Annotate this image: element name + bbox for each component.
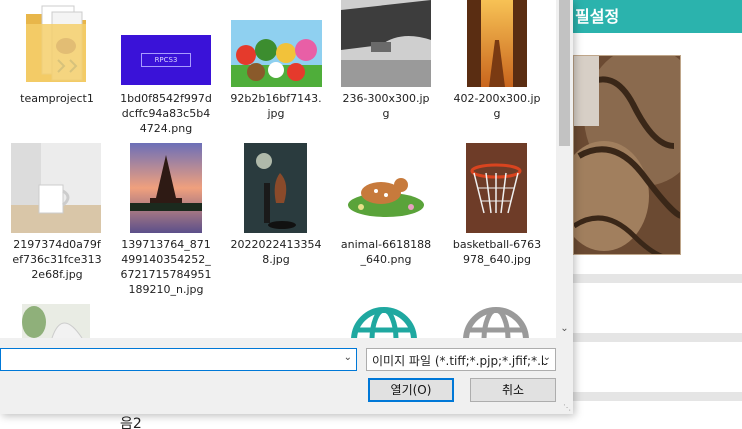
- scrollbar-thumb[interactable]: [559, 0, 570, 146]
- file-label-line: _640.png: [360, 253, 412, 266]
- file-type-select[interactable]: 이미지 파일 (*.tiff;*.pjp;*.jfif;*.b ⌄: [366, 348, 556, 371]
- chevron-down-icon[interactable]: ⌄: [542, 352, 551, 363]
- resize-grip-icon[interactable]: ⋱: [563, 403, 571, 412]
- file-label-line: g: [493, 107, 501, 120]
- background-bar: [573, 392, 742, 401]
- globe-icon[interactable]: [451, 304, 541, 338]
- image-thumbnail: [341, 0, 431, 87]
- file-label-line: 236-300x300.jp: [342, 92, 430, 105]
- file-label-line: 2197374d0a79f: [13, 238, 101, 251]
- file-label-line: 189210_n.jpg: [128, 283, 204, 296]
- image-thumbnail[interactable]: [22, 304, 90, 338]
- image-thumbnail: [11, 143, 101, 233]
- file-label: 236-300x300.jp g: [331, 91, 441, 121]
- file-list[interactable]: teamproject1 RPCS3 1bd0f8542f997d dcffc9…: [0, 0, 556, 338]
- file-label-line: 402-200x300.jp: [453, 92, 541, 105]
- file-label-line: g: [382, 107, 390, 120]
- file-label: animal-6618188 _640.png: [331, 237, 441, 267]
- image-thumbnail: [341, 165, 431, 220]
- image-thumbnail: [244, 143, 307, 233]
- file-label: 92b2b16bf7143. jpg: [221, 91, 331, 121]
- image-thumbnail: [467, 0, 527, 87]
- file-label-line: 2e68f.jpg: [31, 268, 83, 281]
- file-label-line: 92b2b16bf7143.: [230, 92, 322, 105]
- dialog-bottom-panel: ⌄ 이미지 파일 (*.tiff;*.pjp;*.jfif;*.b ⌄ 열기(O…: [0, 338, 573, 414]
- chevron-down-icon[interactable]: ⌄: [344, 352, 352, 363]
- file-label-line: 1bd0f8542f997d: [120, 92, 212, 105]
- file-label-line: animal-6618188: [340, 238, 432, 251]
- vertical-scrollbar[interactable]: ⌄: [556, 0, 573, 338]
- file-label-line: basketball-6763: [452, 238, 542, 251]
- image-thumbnail: [466, 143, 527, 233]
- globe-icon[interactable]: [341, 304, 431, 338]
- image-thumbnail: [231, 20, 322, 87]
- file-label-line: 139713764_871: [121, 238, 211, 251]
- folder-icon: [22, 2, 92, 86]
- scroll-down-icon[interactable]: ⌄: [556, 320, 573, 337]
- background-text: 음2: [120, 416, 142, 429]
- background-bar: [573, 274, 742, 283]
- file-label-line: 978_640.jpg: [462, 253, 531, 266]
- settings-header-text: 필설정: [575, 7, 620, 26]
- file-label-line: 499140354252_: [121, 253, 211, 266]
- file-label-line: 6721715784951: [120, 268, 212, 281]
- file-label: basketball-6763 978_640.jpg: [442, 237, 552, 267]
- file-label: 2197374d0a79f ef736c31fce313 2e68f.jpg: [2, 237, 112, 282]
- cancel-button[interactable]: 취소: [470, 378, 556, 402]
- file-label: teamproject1: [20, 92, 94, 105]
- file-label: 139713764_871 499140354252_ 672171578495…: [111, 237, 221, 297]
- background-bar: [573, 333, 742, 342]
- open-button[interactable]: 열기(O): [368, 378, 454, 402]
- cat-photo: [573, 55, 681, 255]
- file-type-label: 이미지 파일 (*.tiff;*.pjp;*.jfif;*.b: [372, 354, 549, 368]
- file-label-line: jpg: [267, 107, 285, 120]
- file-label: 1bd0f8542f997d dcffc94a83c5b4 4724.png: [111, 91, 221, 136]
- file-label-line: dcffc94a83c5b4: [121, 107, 211, 120]
- file-label: 2022022413354 8.jpg: [221, 237, 331, 267]
- image-thumbnail: [130, 143, 202, 233]
- file-label-line: 2022022413354: [230, 238, 322, 251]
- file-label: 402-200x300.jp g: [442, 91, 552, 121]
- file-label-line: 4724.png: [139, 122, 193, 135]
- filename-input[interactable]: ⌄: [0, 348, 357, 371]
- file-label-line: ef736c31fce313: [12, 253, 102, 266]
- file-open-dialog: teamproject1 RPCS3 1bd0f8542f997d dcffc9…: [0, 0, 573, 414]
- image-thumbnail: RPCS3: [121, 35, 211, 85]
- file-label-line: 8.jpg: [262, 253, 290, 266]
